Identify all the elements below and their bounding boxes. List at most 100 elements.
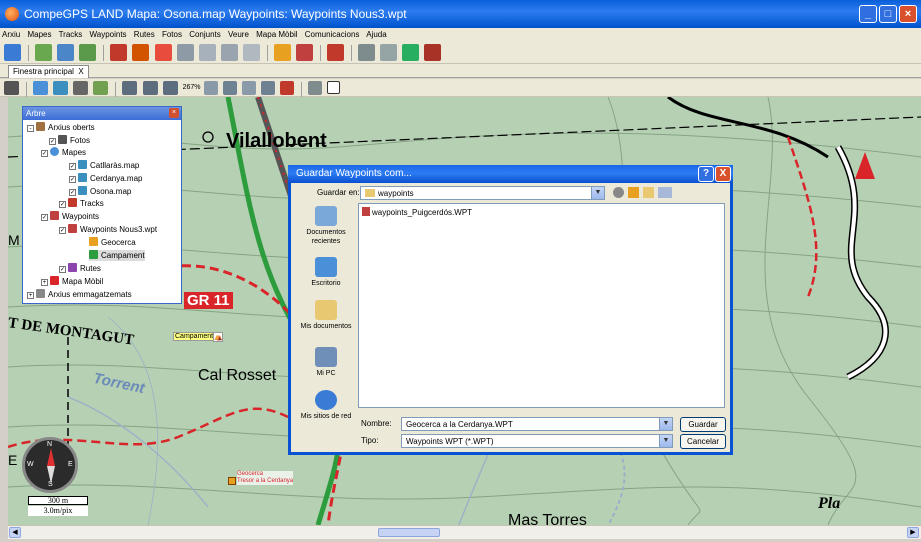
map-add-icon[interactable] (35, 44, 53, 61)
track-split-icon[interactable] (198, 44, 216, 61)
menu-rutes[interactable]: Rutes (134, 30, 155, 39)
scroll-right-icon[interactable]: ▶ (907, 527, 919, 538)
map-open-icon[interactable] (57, 44, 75, 61)
file-type-select[interactable]: Waypoints WPT (*.WPT) ▼ (401, 434, 673, 448)
waypoint-open-icon[interactable] (295, 44, 313, 61)
blank-window-icon[interactable] (327, 81, 341, 94)
tab-close-icon[interactable]: X (78, 67, 83, 76)
tab-finestra-principal[interactable]: Finestra principal X (8, 65, 89, 78)
zoom-fit-icon[interactable] (203, 81, 218, 95)
tree-close-icon[interactable]: × (169, 108, 179, 118)
treasure-icon (89, 237, 98, 246)
waypoint-label-geocerca[interactable]: Geocerca Tresor a la Cerdanya (237, 471, 294, 485)
tree-node-osona[interactable]: ✓ Osona.map (69, 186, 131, 197)
scroll-left-icon[interactable]: ◀ (9, 527, 21, 538)
place-mi-pc[interactable]: Mi PC (294, 347, 358, 378)
compass[interactable]: N S E W (22, 437, 78, 493)
view-menu-icon[interactable] (658, 187, 672, 198)
zoom-out-icon[interactable] (142, 81, 158, 95)
menu-arxiu[interactable]: Arxiu (2, 30, 20, 39)
track-filter-icon[interactable] (242, 44, 260, 61)
zoom-in-icon[interactable] (122, 81, 138, 95)
map-file-icon (78, 173, 87, 182)
map-save-icon[interactable] (79, 44, 97, 61)
globe-icon[interactable] (53, 81, 69, 95)
menu-fotos[interactable]: Fotos (162, 30, 182, 39)
track-edit-icon[interactable] (176, 44, 194, 61)
place-mis-sitios-de-red[interactable]: Mis sitios de red (294, 390, 358, 421)
chevron-down-icon[interactable]: ▼ (591, 187, 604, 199)
waypoint-new-icon[interactable] (273, 44, 291, 61)
chevron-down-icon[interactable]: ▼ (659, 435, 672, 447)
scrollbar-thumb[interactable] (378, 528, 440, 537)
menu-veure[interactable]: Veure (228, 30, 249, 39)
menu-mapes[interactable]: Mapes (27, 30, 51, 39)
waypoint-label-campament[interactable]: Campament (173, 332, 216, 341)
excel-icon[interactable] (402, 44, 420, 61)
place-documentos-recientes[interactable]: Documentos recientes (294, 206, 358, 246)
tree-node-tracks[interactable]: ✓ Tracks (59, 198, 104, 209)
gps-icon[interactable] (424, 44, 442, 61)
menu-comunicacions[interactable]: Comunicacions (305, 30, 360, 39)
open-icon[interactable] (4, 44, 21, 61)
file-list[interactable]: waypoints_Puigcerdós.WPT (358, 203, 725, 408)
menu-waypoints[interactable]: Waypoints (90, 30, 127, 39)
tree-node-campament[interactable]: Campament (89, 250, 145, 261)
tree-node-fotos[interactable]: ✓ Fotos (49, 135, 90, 146)
tree-node-catllaras[interactable]: ✓ Catllaràs.map (69, 160, 139, 171)
camera-icon (58, 135, 67, 144)
walk-icon[interactable] (73, 81, 89, 95)
back-icon[interactable] (613, 187, 624, 198)
tree-node-rutes[interactable]: ✓ Rutes (59, 263, 101, 274)
place-mis-documentos[interactable]: Mis documentos (294, 300, 358, 331)
zoom-rotate-icon[interactable] (162, 81, 178, 95)
save-in-combo[interactable]: waypoints ▼ (360, 186, 605, 200)
cancel-button[interactable]: Cancelar (680, 434, 726, 449)
measure-icon[interactable] (260, 81, 275, 95)
map-label-cal-rosset: Cal Rosset (198, 367, 277, 384)
new-folder-icon[interactable] (643, 187, 654, 198)
tree-node-cerdanya[interactable]: ✓ Cerdanya.map (69, 173, 142, 184)
map-toolbar: 267% (0, 79, 921, 98)
track-open-icon[interactable] (132, 44, 150, 61)
track-join-icon[interactable] (220, 44, 238, 61)
tree-node-waypoints-nous3[interactable]: ✓ Waypoints Nous3.wpt (59, 224, 157, 235)
dialog-help-button[interactable]: ? (698, 166, 714, 182)
tree-node-mapes[interactable]: ✓ Mapes (41, 147, 86, 158)
maximize-button[interactable]: □ (879, 5, 897, 23)
save-button[interactable]: Guardar (680, 417, 726, 432)
tree-node-mapa-mobil[interactable]: + Mapa Mòbil (41, 276, 103, 287)
route-icon[interactable] (327, 44, 345, 61)
type-label: Tipo: (361, 436, 379, 445)
3d-view-icon[interactable] (241, 81, 256, 95)
layers-icon[interactable] (222, 81, 237, 95)
print-icon[interactable] (358, 44, 376, 61)
place-escritorio[interactable]: Escritorio (294, 257, 358, 288)
tree-node-waypoints[interactable]: ✓ Waypoints (41, 211, 99, 222)
pointer-icon[interactable] (33, 81, 49, 95)
file-item[interactable]: waypoints_Puigcerdós.WPT (362, 207, 472, 218)
track-save-icon[interactable] (154, 44, 172, 61)
file-name-input[interactable]: Geocerca a la Cerdanya.WPT ▼ (401, 417, 673, 431)
export-icon[interactable] (380, 44, 398, 61)
menu-conjunts[interactable]: Conjunts (189, 30, 221, 39)
tree-node-geocerca[interactable]: Geocerca (89, 237, 136, 248)
track-new-icon[interactable] (110, 44, 128, 61)
chevron-down-icon[interactable]: ▼ (659, 418, 672, 430)
dialog-close-button[interactable]: X (715, 166, 731, 182)
tree-node-arxius-emmagatzemats[interactable]: + Arxius emmagatzemats (27, 289, 132, 300)
info-icon[interactable] (307, 81, 322, 95)
horizontal-scrollbar[interactable]: ◀ ▶ (8, 525, 921, 539)
tree-node-arxius-oberts[interactable]: - Arxius oberts (27, 122, 95, 133)
car-icon[interactable] (93, 81, 109, 95)
draw-track-icon[interactable] (279, 81, 294, 95)
minimize-button[interactable]: _ (859, 5, 877, 23)
menu-ajuda[interactable]: Ajuda (366, 30, 386, 39)
map-label-gr11: GR 11 (184, 292, 233, 309)
menu-tracks[interactable]: Tracks (59, 30, 83, 39)
up-folder-icon[interactable] (628, 187, 639, 198)
close-button[interactable]: × (899, 5, 917, 23)
map-label-letter-m: M (8, 232, 20, 248)
scale-icon[interactable] (4, 81, 19, 95)
menu-mapa-mobil[interactable]: Mapa Mòbil (256, 30, 297, 39)
